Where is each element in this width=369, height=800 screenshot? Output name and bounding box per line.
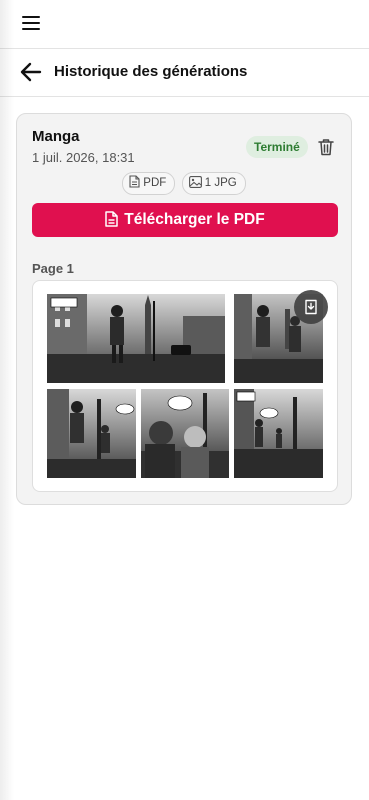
save-page-button[interactable] bbox=[294, 290, 328, 324]
comic-panel bbox=[141, 389, 229, 478]
comic-panel bbox=[47, 389, 136, 478]
comic-panel bbox=[234, 389, 323, 478]
page-label: Page 1 bbox=[32, 261, 74, 276]
save-download-icon bbox=[305, 299, 317, 315]
image-icon bbox=[188, 176, 202, 188]
generations-list: Manga 1 juil. 2026, 18:31 Terminé PDF 1 … bbox=[0, 97, 369, 800]
manga-page-image bbox=[47, 294, 323, 478]
trash-icon bbox=[318, 139, 334, 156]
chip-pdf: PDF bbox=[122, 172, 176, 195]
status-badge: Terminé bbox=[246, 136, 308, 158]
download-pdf-button[interactable]: Télécharger le PDF bbox=[32, 203, 338, 237]
output-format-chips: PDF 1 JPG bbox=[17, 172, 351, 195]
document-icon bbox=[105, 211, 119, 227]
download-pdf-label: Télécharger le PDF bbox=[124, 211, 265, 228]
generation-title: Manga bbox=[32, 128, 80, 145]
page-title: Historique des générations bbox=[54, 63, 248, 80]
comic-panel bbox=[47, 294, 225, 383]
document-icon bbox=[129, 175, 140, 188]
chip-label: PDF bbox=[143, 177, 167, 189]
chip-label: 1 JPG bbox=[204, 177, 237, 189]
generation-date: 1 juil. 2026, 18:31 bbox=[32, 150, 135, 165]
top-bar bbox=[0, 0, 369, 49]
hamburger-menu-icon[interactable] bbox=[22, 16, 40, 31]
back-button[interactable] bbox=[20, 62, 42, 82]
arrow-left-icon bbox=[20, 62, 42, 82]
page-header: Historique des générations bbox=[0, 49, 369, 97]
generation-card: Manga 1 juil. 2026, 18:31 Terminé PDF 1 … bbox=[16, 113, 352, 505]
page-thumbnail[interactable] bbox=[32, 280, 338, 492]
delete-button[interactable] bbox=[318, 138, 334, 156]
chip-jpg: 1 JPG bbox=[181, 172, 246, 195]
